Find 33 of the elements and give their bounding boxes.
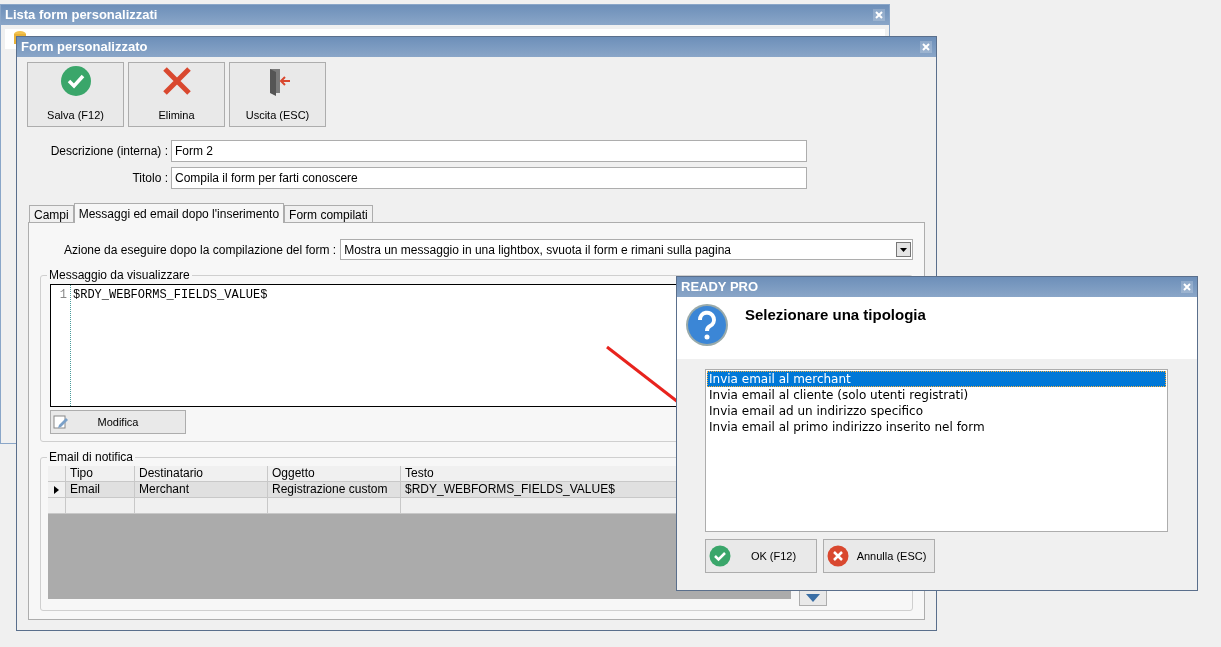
field-label: Azione da eseguire dopo la compilazione del form :: [64, 241, 337, 259]
list-item[interactable]: Invia email al cliente (solo utenti registrati): [707, 387, 1166, 403]
window-title: READY PRO: [681, 278, 759, 297]
tab[interactable]: Messaggi ed email dopo l'inserimento: [73, 203, 285, 223]
input-field[interactable]: Compila il form per farti conoscere: [171, 167, 807, 189]
tab[interactable]: Form compilati: [284, 205, 373, 222]
dialog-button[interactable]: OK (F12): [705, 539, 817, 573]
field-label: Titolo :: [131, 170, 169, 187]
code-line: $RDY_WEBFORMS_FIELDS_VALUE$: [73, 287, 268, 304]
input-field[interactable]: Form 2: [171, 140, 807, 162]
dialog-button[interactable]: Annulla (ESC): [823, 539, 935, 573]
window-title: Form personalizzato: [21, 38, 148, 57]
list-item[interactable]: Invia email ad un indirizzo specifico: [707, 403, 1166, 419]
line-number: 1: [59, 287, 67, 304]
toolbar-button[interactable]: Uscita (ESC): [229, 62, 326, 127]
group-title: Email di notifica: [48, 449, 135, 466]
field-label: Descrizione (interna) :: [49, 143, 169, 160]
column-header[interactable]: Destinatario: [135, 466, 268, 481]
column-header[interactable]: Tipo: [66, 466, 135, 481]
dialog-heading: Selezionare una tipologia: [745, 305, 926, 325]
tab[interactable]: Campi: [29, 205, 74, 222]
window-title: Lista form personalizzati: [5, 6, 158, 25]
edit-button[interactable]: Modifica: [50, 410, 186, 434]
table-cell: Email: [66, 482, 135, 497]
list-item[interactable]: Invia email al primo indirizzo inserito nel form: [707, 419, 1166, 435]
table-cell: Merchant: [135, 482, 268, 497]
column-header[interactable]: Oggetto: [268, 466, 401, 481]
dropdown[interactable]: Mostra un messaggio in una lightbox, svuota il form e rimani sulla pagina: [340, 239, 913, 260]
toolbar-button[interactable]: Salva (F12): [27, 62, 124, 127]
group-title: Messaggio da visualizzare: [48, 267, 191, 284]
table-cell: Registrazione custom: [268, 482, 401, 497]
toolbar-button[interactable]: Elimina: [128, 62, 225, 127]
list-item[interactable]: Invia email al merchant: [707, 371, 1166, 387]
